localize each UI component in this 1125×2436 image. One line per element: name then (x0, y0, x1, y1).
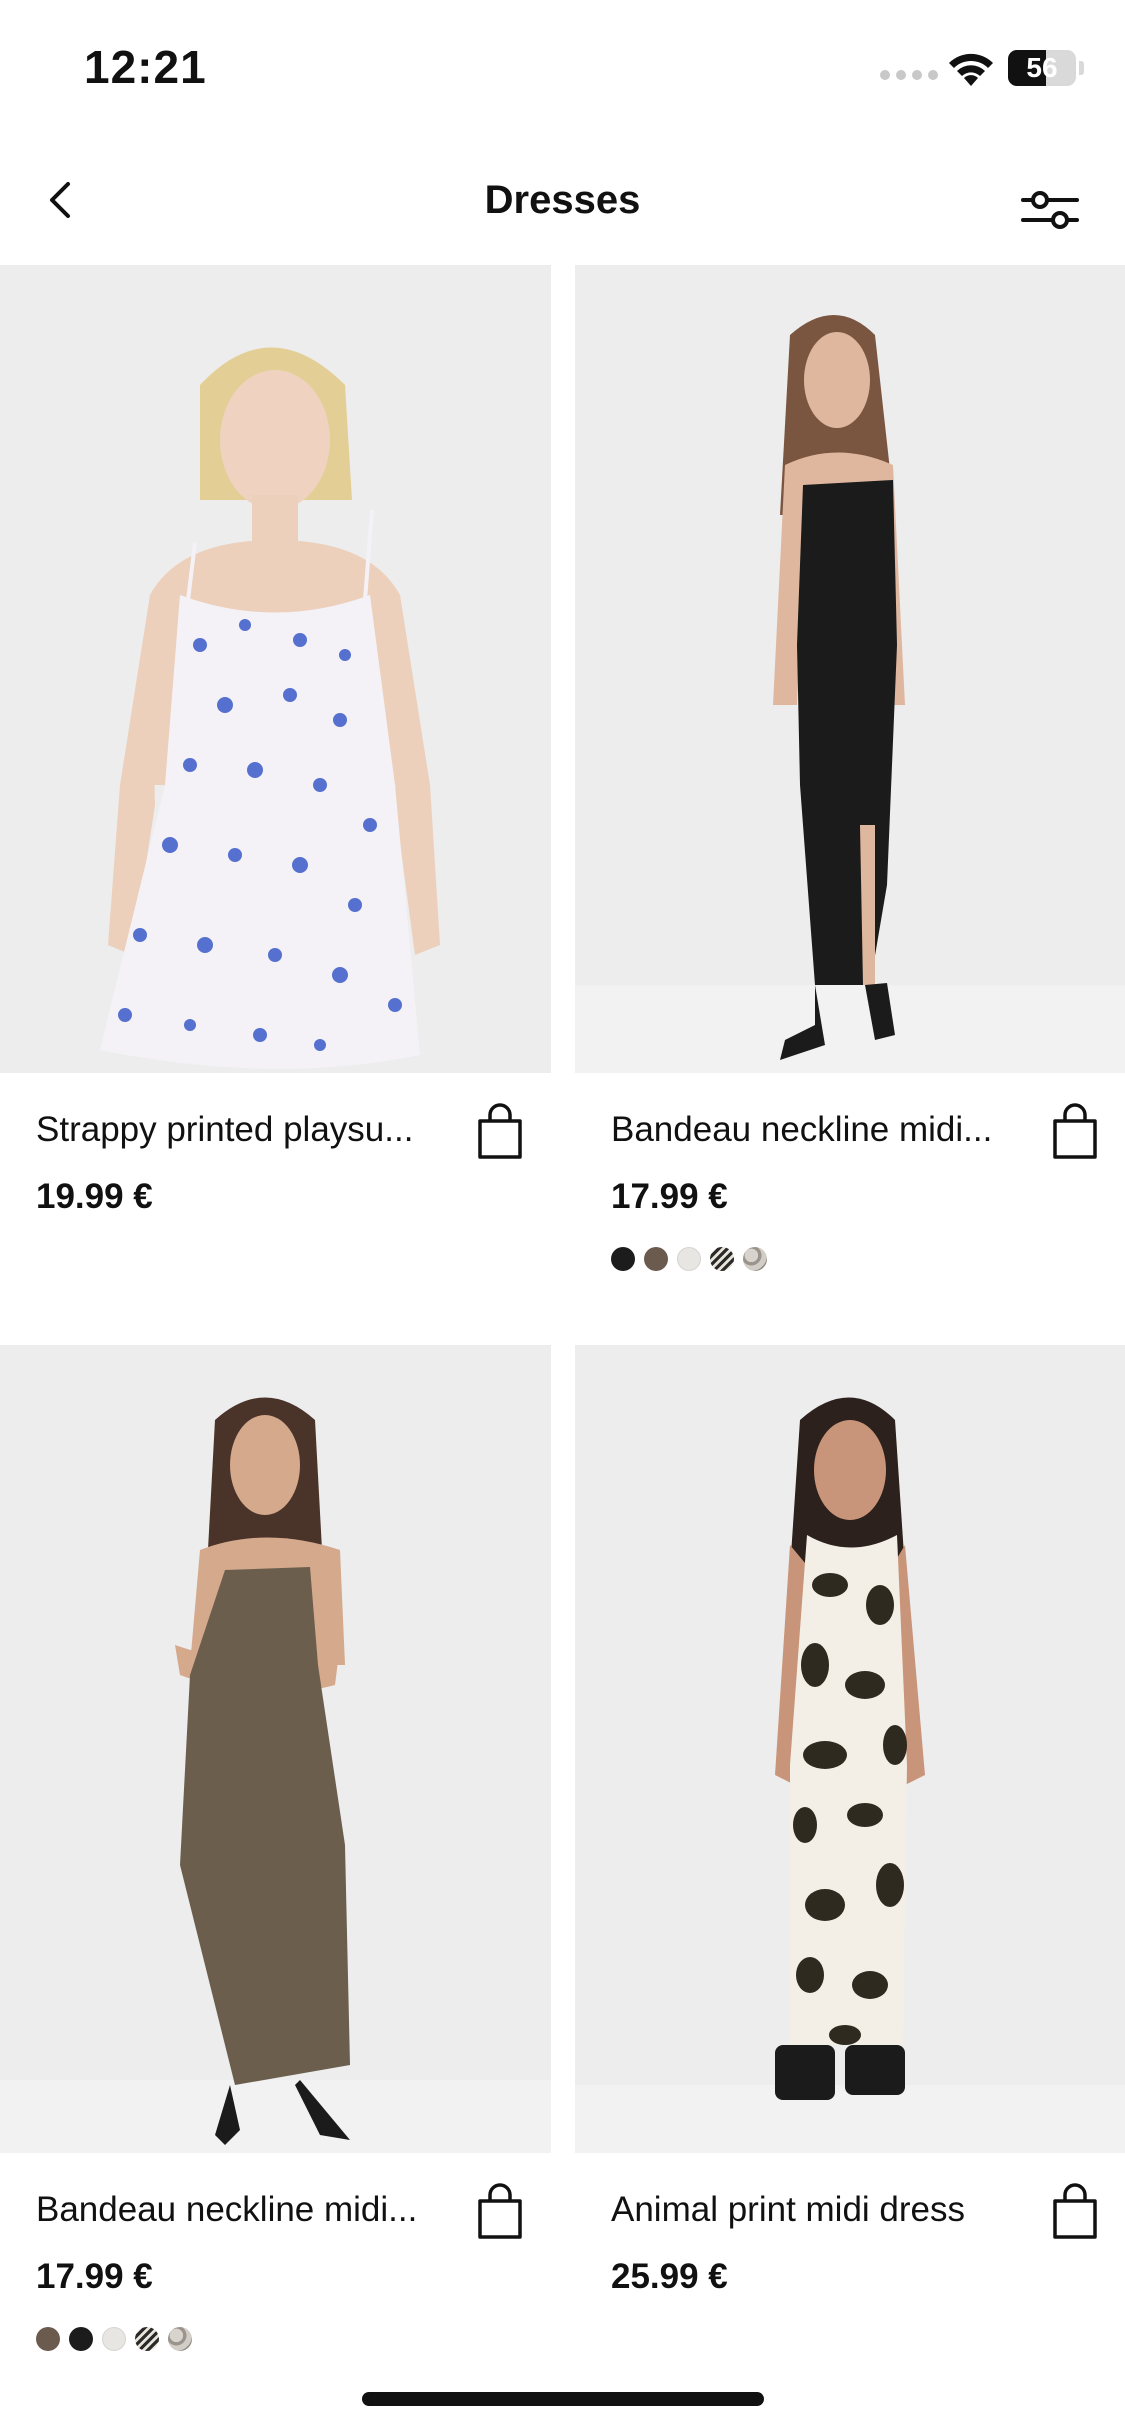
khaki-bandeau-dress-image (0, 1345, 551, 2153)
filter-button[interactable] (1015, 180, 1085, 240)
product-name[interactable]: Strappy printed playsu... (36, 1110, 456, 1150)
status-bar: 12:21 56 (0, 0, 1125, 140)
home-indicator[interactable] (362, 2392, 764, 2406)
floral-playsuit-image (0, 265, 551, 1073)
product-image[interactable] (0, 265, 551, 1073)
product-image[interactable] (575, 265, 1125, 1073)
add-to-bag-button[interactable] (1049, 1103, 1101, 1163)
color-swatches (611, 1247, 767, 1271)
wifi-icon (949, 53, 993, 86)
shopping-bag-icon (1053, 1103, 1097, 1159)
color-swatch[interactable] (69, 2327, 93, 2351)
product-price: 25.99 € (611, 2257, 728, 2296)
color-swatches (36, 2327, 192, 2351)
add-to-bag-button[interactable] (1049, 2183, 1101, 2243)
shopping-bag-icon (478, 1103, 522, 1159)
cellular-signal-icon (880, 70, 938, 80)
color-swatch[interactable] (135, 2327, 159, 2351)
product-price: 17.99 € (611, 1177, 728, 1216)
page-title: Dresses (484, 178, 641, 222)
add-to-bag-button[interactable] (474, 1103, 526, 1163)
color-swatch[interactable] (168, 2327, 192, 2351)
animal-print-dress-image (575, 1345, 1125, 2153)
sliders-icon (1021, 191, 1079, 229)
product-name[interactable]: Animal print midi dress (611, 2190, 1031, 2230)
status-time: 12:21 (84, 41, 207, 93)
color-swatch[interactable] (611, 1247, 635, 1271)
product-image[interactable] (0, 1345, 551, 2153)
shopping-bag-icon (478, 2183, 522, 2239)
product-name[interactable]: Bandeau neckline midi... (36, 2190, 456, 2230)
color-swatch[interactable] (743, 1247, 767, 1271)
black-bandeau-dress-image (575, 265, 1125, 1073)
color-swatch[interactable] (644, 1247, 668, 1271)
color-swatch[interactable] (677, 1247, 701, 1271)
product-price: 17.99 € (36, 2257, 153, 2296)
add-to-bag-button[interactable] (474, 2183, 526, 2243)
battery-nub (1079, 61, 1084, 75)
battery-percent: 56 (1026, 52, 1058, 83)
battery-icon: 56 (1008, 50, 1076, 86)
color-swatch[interactable] (710, 1247, 734, 1271)
shopping-bag-icon (1053, 2183, 1097, 2239)
product-name[interactable]: Bandeau neckline midi... (611, 1110, 1031, 1150)
color-swatch[interactable] (102, 2327, 126, 2351)
header: Dresses (0, 150, 1125, 265)
product-price: 19.99 € (36, 1177, 153, 1216)
color-swatch[interactable] (36, 2327, 60, 2351)
product-image[interactable] (575, 1345, 1125, 2153)
